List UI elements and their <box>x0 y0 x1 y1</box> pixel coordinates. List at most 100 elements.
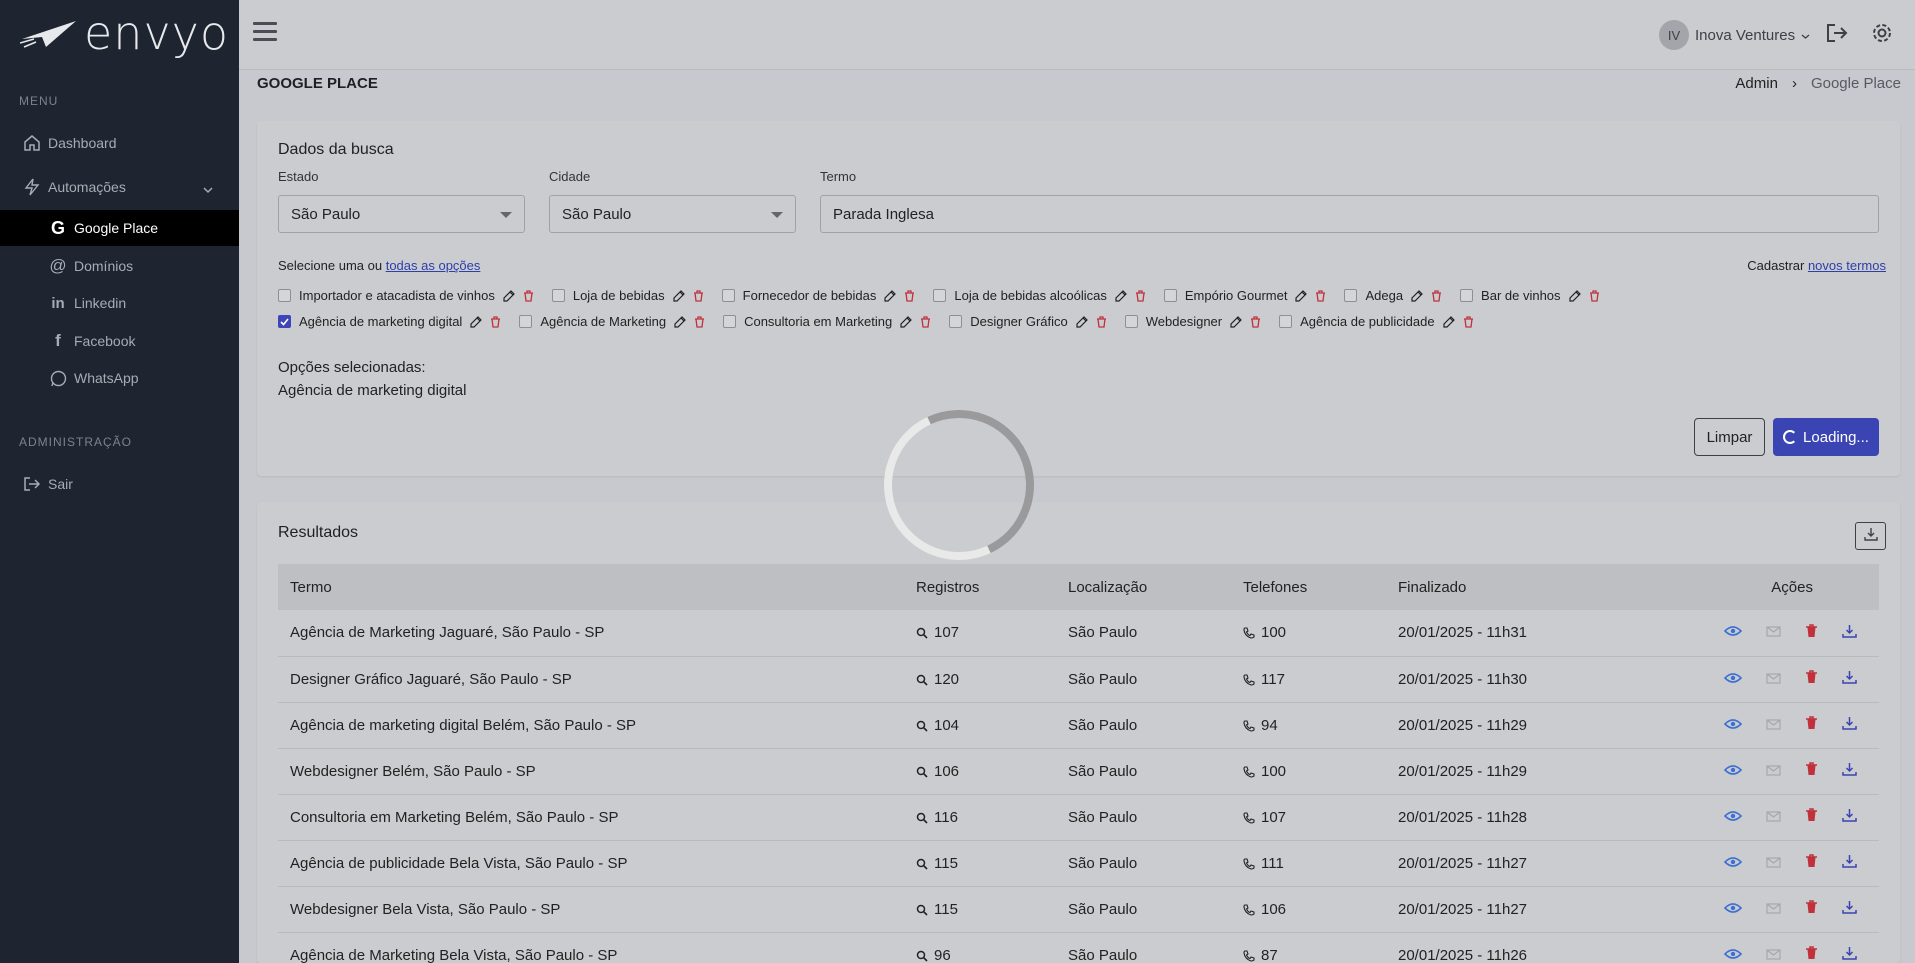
sidebar-item-whatsapp[interactable]: WhatsApp <box>0 360 239 396</box>
download-icon[interactable] <box>1842 946 1857 963</box>
edit-icon[interactable] <box>1568 289 1581 302</box>
option-item[interactable]: Designer Gráfico <box>949 314 1107 329</box>
trash-icon[interactable] <box>1096 315 1107 328</box>
trash-icon[interactable] <box>1805 624 1818 642</box>
download-icon[interactable] <box>1842 854 1857 872</box>
edit-icon[interactable] <box>1295 289 1308 302</box>
logout-icon[interactable] <box>1825 22 1849 49</box>
view-icon[interactable] <box>1723 763 1743 780</box>
trash-icon[interactable] <box>1250 315 1261 328</box>
view-icon[interactable] <box>1723 624 1743 641</box>
estado-select[interactable]: São Paulo <box>278 195 525 233</box>
gear-icon[interactable] <box>1871 22 1893 49</box>
view-icon[interactable] <box>1723 901 1743 918</box>
envyo-logo[interactable]: envyo <box>20 8 229 58</box>
email-icon[interactable] <box>1766 671 1781 688</box>
clear-button[interactable]: Limpar <box>1694 418 1765 456</box>
option-item[interactable]: Agência de Marketing <box>519 314 705 329</box>
sidebar-item-automacoes[interactable]: Automações <box>0 169 239 205</box>
email-icon[interactable] <box>1766 855 1781 872</box>
view-icon[interactable] <box>1723 855 1743 872</box>
view-icon[interactable] <box>1723 809 1743 826</box>
option-checkbox[interactable] <box>278 315 291 328</box>
option-item[interactable]: Adega <box>1344 288 1442 303</box>
edit-icon[interactable] <box>884 289 897 302</box>
edit-icon[interactable] <box>900 315 913 328</box>
loading-button[interactable]: Loading... <box>1773 418 1879 456</box>
cidade-select[interactable]: São Paulo <box>549 195 796 233</box>
trash-icon[interactable] <box>1805 854 1818 872</box>
download-all-button[interactable] <box>1855 522 1886 550</box>
trash-icon[interactable] <box>1805 900 1818 918</box>
trash-icon[interactable] <box>1135 289 1146 302</box>
edit-icon[interactable] <box>470 315 483 328</box>
trash-icon[interactable] <box>1805 946 1818 963</box>
download-icon[interactable] <box>1842 808 1857 826</box>
trash-icon[interactable] <box>490 315 501 328</box>
option-item[interactable]: Fornecedor de bebidas <box>721 288 916 303</box>
download-icon[interactable] <box>1842 762 1857 780</box>
download-icon[interactable] <box>1842 900 1857 918</box>
email-icon[interactable] <box>1766 763 1781 780</box>
edit-icon[interactable] <box>1115 289 1127 302</box>
option-item[interactable]: Loja de bebidas alcoólicas <box>933 288 1146 303</box>
user-menu[interactable]: IV Inova Ventures <box>1659 20 1810 50</box>
download-icon[interactable] <box>1842 716 1857 734</box>
view-icon[interactable] <box>1723 717 1743 734</box>
option-checkbox[interactable] <box>949 315 963 328</box>
option-checkbox[interactable] <box>933 289 947 302</box>
email-icon[interactable] <box>1766 809 1781 826</box>
trash-icon[interactable] <box>1315 289 1326 302</box>
option-item[interactable]: Bar de vinhos <box>1460 288 1600 303</box>
sidebar-item-dominios[interactable]: @ Domínios <box>0 248 239 284</box>
option-checkbox[interactable] <box>1124 315 1138 328</box>
option-item[interactable]: Importador e atacadista de vinhos <box>278 288 534 303</box>
trash-icon[interactable] <box>1589 289 1600 302</box>
edit-icon[interactable] <box>1411 289 1423 302</box>
option-item[interactable]: Empório Gourmet <box>1163 288 1327 303</box>
option-item[interactable]: Agência de publicidade <box>1279 314 1473 329</box>
option-item[interactable]: Consultoria em Marketing <box>723 314 931 329</box>
trash-icon[interactable] <box>694 315 705 328</box>
trash-icon[interactable] <box>693 289 704 302</box>
edit-icon[interactable] <box>673 289 685 302</box>
option-checkbox[interactable] <box>1279 315 1293 328</box>
email-icon[interactable] <box>1766 947 1781 963</box>
trash-icon[interactable] <box>1431 289 1442 302</box>
edit-icon[interactable] <box>1076 315 1088 328</box>
sidebar-item-facebook[interactable]: f Facebook <box>0 323 239 359</box>
trash-icon[interactable] <box>1805 670 1818 688</box>
option-checkbox[interactable] <box>1163 289 1177 302</box>
option-checkbox[interactable] <box>519 315 533 328</box>
option-item[interactable]: Agência de marketing digital <box>278 314 501 329</box>
option-item[interactable]: Loja de bebidas <box>551 288 704 303</box>
sidebar-item-google-place[interactable]: G Google Place <box>0 210 239 246</box>
option-item[interactable]: Webdesigner <box>1124 314 1261 329</box>
new-terms-link[interactable]: novos termos <box>1808 258 1886 273</box>
sidebar-item-dashboard[interactable]: Dashboard <box>0 125 239 161</box>
trash-icon[interactable] <box>1805 808 1818 826</box>
termo-input[interactable]: Parada Inglesa <box>820 195 1879 233</box>
edit-icon[interactable] <box>503 289 515 302</box>
trash-icon[interactable] <box>1463 315 1474 328</box>
sidebar-item-sair[interactable]: Sair <box>0 466 239 502</box>
view-icon[interactable] <box>1723 947 1743 963</box>
edit-icon[interactable] <box>674 315 686 328</box>
sidebar-item-linkedin[interactable]: in Linkedin <box>0 285 239 321</box>
trash-icon[interactable] <box>904 289 915 302</box>
edit-icon[interactable] <box>1442 315 1455 328</box>
breadcrumb-admin[interactable]: Admin <box>1735 75 1778 92</box>
email-icon[interactable] <box>1766 901 1781 918</box>
trash-icon[interactable] <box>1805 716 1818 734</box>
option-checkbox[interactable] <box>1344 289 1358 302</box>
option-checkbox[interactable] <box>1460 289 1474 302</box>
option-checkbox[interactable] <box>721 289 735 302</box>
hamburger-menu-button[interactable] <box>253 22 277 44</box>
option-checkbox[interactable] <box>551 289 565 302</box>
email-icon[interactable] <box>1766 717 1781 734</box>
trash-icon[interactable] <box>920 315 931 328</box>
select-all-options-link[interactable]: todas as opções <box>386 258 481 273</box>
email-icon[interactable] <box>1766 624 1781 641</box>
trash-icon[interactable] <box>523 289 534 302</box>
option-checkbox[interactable] <box>278 289 291 302</box>
